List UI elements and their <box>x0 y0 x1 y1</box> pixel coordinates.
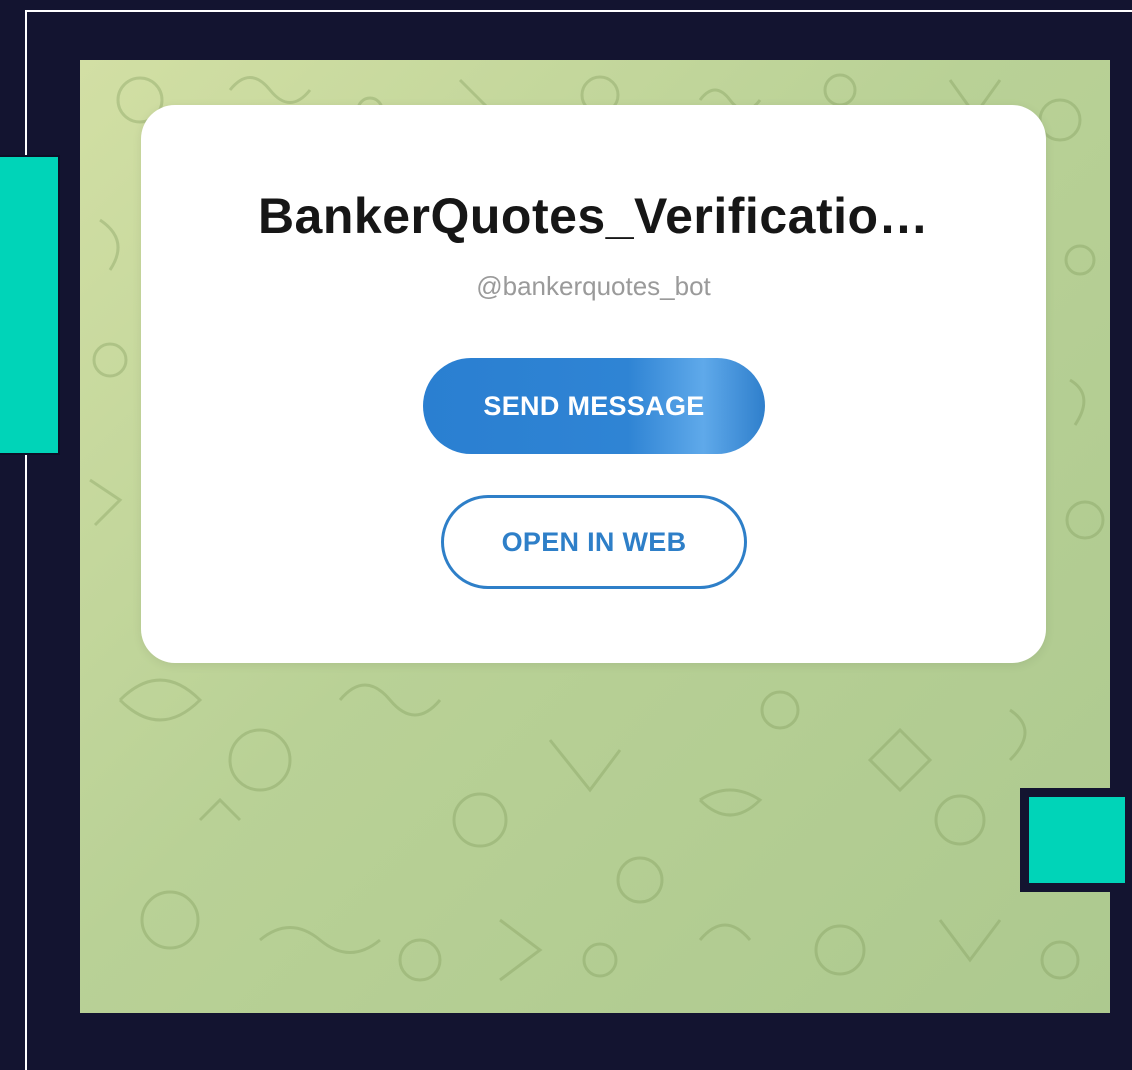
open-in-web-button[interactable]: OPEN IN WEB <box>441 495 747 589</box>
accent-block-left <box>0 155 60 455</box>
bot-username: @bankerquotes_bot <box>476 271 711 301</box>
bot-title: BankerQuotes_Verificatio… <box>257 188 930 244</box>
bot-profile-card: BankerQuotes_Verificatio… @bankerquotes_… <box>141 105 1046 663</box>
send-message-button[interactable]: SEND MESSAGE <box>423 358 765 454</box>
accent-block-right <box>1020 788 1132 892</box>
